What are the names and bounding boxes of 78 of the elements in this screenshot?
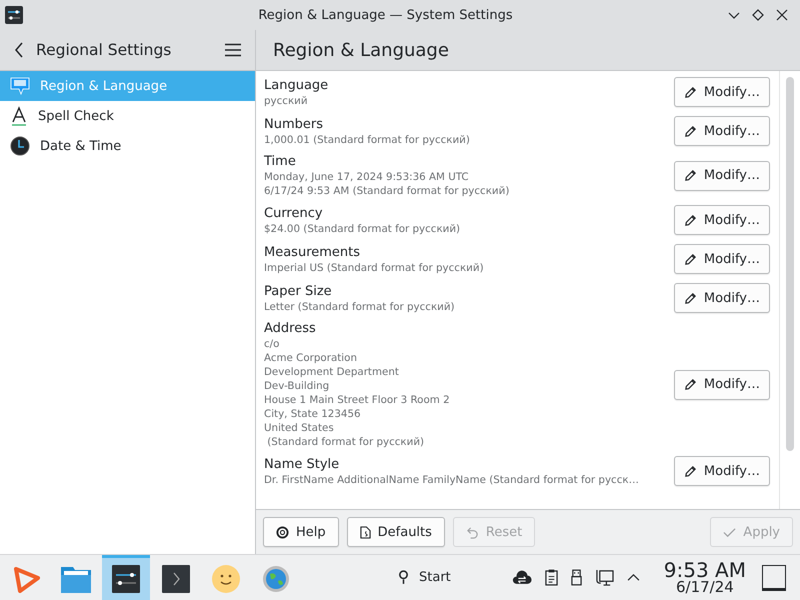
modify-button[interactable]: Modify… <box>674 283 770 313</box>
pencil-icon <box>684 252 697 266</box>
activity-switcher[interactable]: Start <box>398 570 451 585</box>
setting-value: House 1 Main Street Floor 3 Room 2 <box>264 393 451 407</box>
setting-value: Dev-Building <box>264 379 330 393</box>
modify-button[interactable]: Modify… <box>674 160 770 190</box>
smiley-icon <box>212 565 240 593</box>
clipboard-icon[interactable] <box>544 569 558 586</box>
lifebuoy-icon <box>276 526 289 538</box>
setting-value: Letter (Standard format for русский) <box>264 300 456 314</box>
clock[interactable]: 9:53 AM 6/17/24 <box>664 560 746 595</box>
checkmark-icon <box>723 526 736 538</box>
undo-icon <box>466 526 479 538</box>
setting-label: Paper Size <box>264 282 333 300</box>
maximize-icon[interactable] <box>752 9 764 21</box>
setting-value: United States <box>264 421 335 435</box>
window-title: Region & Language — System Settings <box>257 8 514 22</box>
chevron-up-icon[interactable] <box>626 573 640 582</box>
pencil-icon <box>684 86 697 98</box>
globe-gear-icon <box>262 565 290 593</box>
setting-label: Address <box>264 320 317 337</box>
modify-button[interactable]: Modify… <box>674 116 770 146</box>
pencil-icon <box>684 464 697 478</box>
menu-icon[interactable] <box>225 43 241 57</box>
setting-label: Currency <box>264 204 324 222</box>
pencil-icon <box>684 124 697 138</box>
setting-value: $24.00 (Standard format for русский) <box>264 222 462 236</box>
sidebar-item[interactable]: Date & Time <box>0 131 255 161</box>
clock-icon <box>10 136 30 156</box>
pencil-icon <box>684 169 697 182</box>
setting-value: русский <box>264 94 309 108</box>
setting-label: Time <box>264 153 297 170</box>
usb-drive-icon[interactable] <box>570 569 582 586</box>
settings-icon <box>112 565 140 593</box>
setting-value: 1,000.01 (Standard format for русский) <box>264 132 471 146</box>
setting-value: City, State 123456 <box>264 407 362 421</box>
taskbar-app[interactable] <box>102 555 150 600</box>
help-button[interactable]: Help <box>263 517 339 547</box>
map-pin-icon <box>398 570 409 585</box>
pencil-icon <box>684 378 697 391</box>
setting-value: Imperial US (Standard format for русский) <box>264 260 485 274</box>
terminal-icon <box>162 565 190 593</box>
defaults-button[interactable]: Defaults <box>346 517 445 547</box>
setting-value: Monday, June 17, 2024 9:53:36 AM UTC <box>264 170 470 184</box>
sidebar-item[interactable]: Spell Check <box>0 101 255 131</box>
pencil-icon <box>684 292 697 304</box>
app-icon <box>5 6 23 24</box>
pencil-icon <box>684 214 697 226</box>
show-desktop-button[interactable] <box>762 564 786 590</box>
scrollbar-thumb[interactable] <box>786 77 794 451</box>
clock-date: 6/17/24 <box>676 580 734 595</box>
modify-button[interactable]: Modify… <box>674 244 770 274</box>
modify-button[interactable]: Modify… <box>674 77 770 107</box>
page-title: Region & Language <box>273 40 449 60</box>
close-icon[interactable] <box>776 9 788 21</box>
sidebar-title: Regional Settings <box>36 41 172 59</box>
setting-value: Acme Corporation <box>264 351 358 365</box>
document-icon <box>360 526 371 538</box>
setting-value: (Standard format for русский) <box>266 435 426 449</box>
folder-icon <box>61 565 91 593</box>
setting-value: Dr. FirstName AdditionalName FamilyName (Standard format for русск… <box>264 472 640 486</box>
clock-time: 9:53 AM <box>664 560 746 580</box>
cloud-sync-icon[interactable] <box>512 570 532 585</box>
modify-button[interactable]: Modify… <box>674 370 770 400</box>
modify-button[interactable]: Modify… <box>674 456 770 486</box>
setting-label: Numbers <box>264 116 324 132</box>
setting-label: Name Style <box>264 456 340 472</box>
setting-value: c/o <box>264 337 280 351</box>
setting-label: Measurements <box>264 244 362 260</box>
modify-button[interactable]: Modify… <box>674 205 770 235</box>
network-monitor-icon[interactable] <box>594 569 614 586</box>
speech-bubble-icon <box>10 77 30 95</box>
setting-label: Language <box>264 76 330 94</box>
back-icon[interactable] <box>14 42 24 58</box>
setting-value: Development Department <box>264 365 400 379</box>
letter-a-icon <box>10 106 28 126</box>
launcher-icon <box>12 565 40 593</box>
setting-value: 6/17/24 9:53 AM (Standard format for русский) <box>264 184 510 198</box>
